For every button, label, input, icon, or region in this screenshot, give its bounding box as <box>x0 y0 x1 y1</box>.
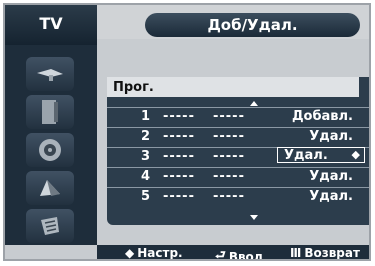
menu-title: Доб/Удал. <box>145 13 360 37</box>
program-status: Удал. <box>309 189 353 204</box>
program-status: Удал. <box>309 129 353 144</box>
up-down-icon: ◆ <box>351 148 360 161</box>
program-number: 5 <box>141 189 151 204</box>
program-field-2: ----- <box>213 169 245 184</box>
setup-icon <box>41 217 59 235</box>
nav-item-sound[interactable] <box>26 133 74 167</box>
program-field-1: ----- <box>163 109 195 124</box>
picture-icon <box>42 100 58 124</box>
program-number: 1 <box>141 109 151 124</box>
speaker-icon <box>39 139 61 161</box>
return-hint: Ⅲ Возврат <box>290 246 360 260</box>
program-row-4[interactable]: 4 ----- ----- Удал. <box>107 167 369 186</box>
program-field-1: ----- <box>163 189 195 204</box>
program-list-header: Прог. <box>107 77 359 97</box>
scroll-down-icon[interactable] <box>250 215 258 220</box>
return-label: Возврат <box>304 246 360 260</box>
channel-icon <box>40 180 60 196</box>
program-field-2: ----- <box>213 129 245 144</box>
program-row-3[interactable]: 3 ----- ----- Удал. ◆ <box>107 147 369 166</box>
left-nav <box>5 45 97 245</box>
program-field-1: ----- <box>163 149 195 164</box>
program-status-selector[interactable]: Удал. ◆ <box>277 147 365 163</box>
scroll-up-icon[interactable] <box>250 101 258 106</box>
program-row-1[interactable]: 1 ----- ----- Добавл. <box>107 107 369 126</box>
program-field-1: ----- <box>163 169 195 184</box>
program-number: 2 <box>141 129 151 144</box>
footer-help-bar: ◆ Настр. ⮐ Ввод Ⅲ Возврат <box>97 245 369 261</box>
enter-label: Ввод <box>228 249 264 261</box>
program-status: Добавл. <box>291 109 353 124</box>
adjust-label: Настр. <box>137 246 183 260</box>
program-status: Удал. <box>309 169 353 184</box>
add-delete-panel: Прог. 1 ----- ----- Добавл. 2 ----- ----… <box>97 45 369 245</box>
program-number: 4 <box>141 169 151 184</box>
program-row-5[interactable]: 5 ----- ----- Удал. <box>107 187 369 206</box>
program-field-1: ----- <box>163 129 195 144</box>
adjust-hint: ◆ Настр. <box>125 246 183 260</box>
nav-item-picture[interactable] <box>26 95 74 129</box>
antenna-icon <box>37 69 63 81</box>
program-field-2: ----- <box>213 149 245 164</box>
program-field-2: ----- <box>213 189 245 204</box>
enter-hint: ⮐ Ввод <box>215 246 264 261</box>
program-number: 3 <box>141 149 151 164</box>
tv-menu-screen: TV Доб/Удал. Прог. 1 ----- ----- Добавл.… <box>3 3 371 261</box>
nav-item-setup[interactable] <box>26 209 74 243</box>
nav-item-input[interactable] <box>26 57 74 91</box>
program-status-value: Удал. <box>284 148 328 163</box>
menu-header: TV Доб/Удал. <box>5 5 369 45</box>
enter-icon: ⮐ <box>215 248 226 261</box>
tv-tab[interactable]: TV <box>5 5 97 45</box>
nav-item-channel[interactable] <box>26 171 74 205</box>
up-down-icon: ◆ <box>125 246 135 260</box>
program-field-2: ----- <box>213 109 245 124</box>
return-icon: Ⅲ <box>290 246 302 260</box>
program-row-2[interactable]: 2 ----- ----- Удал. <box>107 127 369 146</box>
